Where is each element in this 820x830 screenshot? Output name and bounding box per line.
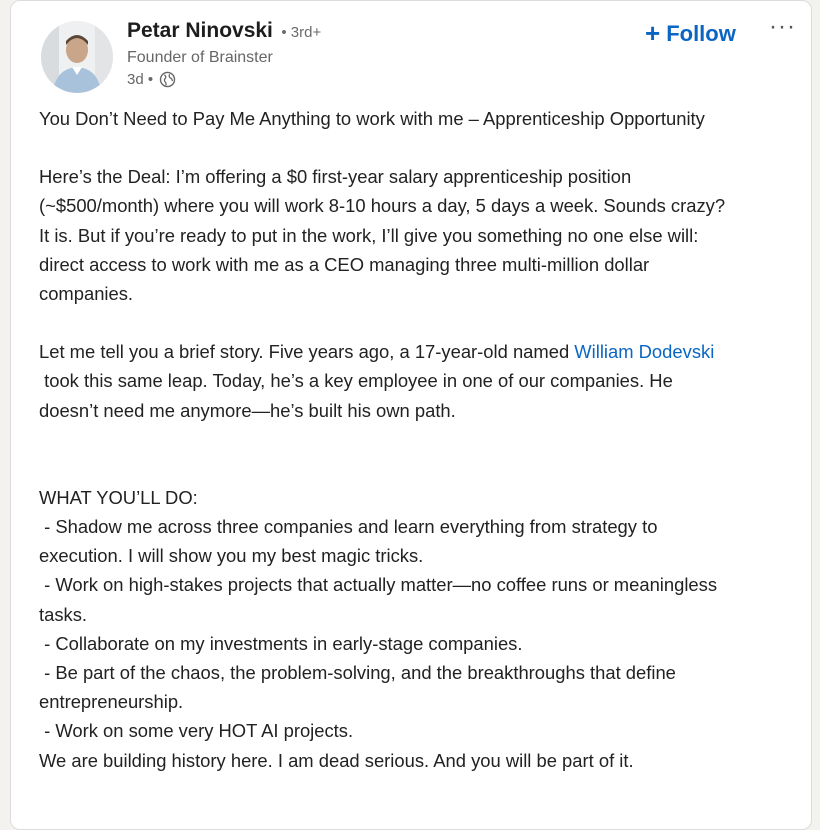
bullet-line: - Work on some very HOT AI projects. — [39, 720, 354, 742]
avatar[interactable] — [41, 21, 113, 93]
deal-line: direct access to work with me as a CEO m… — [39, 253, 650, 275]
mention-link[interactable]: William Dodevski — [574, 341, 714, 362]
bullet-line: - Collaborate on my investments in early… — [39, 632, 523, 654]
avatar-photo — [41, 21, 113, 93]
globe-icon — [159, 71, 176, 88]
closing-line: We are building history here. I am dead … — [39, 749, 634, 771]
post-card: Petar Ninovski • 3rd+ Founder of Brainst… — [10, 0, 812, 830]
author-headline: Founder of Brainster — [127, 49, 273, 66]
bullet-line: entrepreneurship. — [39, 691, 184, 713]
more-options-button[interactable]: ··· — [769, 13, 796, 41]
bullet-line: - Shadow me across three companies and l… — [39, 516, 658, 538]
section-heading: WHAT YOU’LL DO: — [39, 486, 198, 508]
post-meta: 3d • — [127, 71, 176, 88]
story-line: took this same leap. Today, he’s a key e… — [39, 370, 673, 392]
post-time: 3d • — [127, 71, 154, 88]
bullet-line: - Work on high-stakes projects that actu… — [39, 574, 718, 596]
post-body: You Don’t Need to Pay Me Anything to wor… — [39, 104, 809, 775]
author-line: Petar Ninovski • 3rd+ — [127, 19, 321, 43]
deal-line: (~$500/month) where you will work 8-10 h… — [39, 195, 726, 217]
follow-button[interactable]: + Follow — [645, 17, 736, 48]
bullet-line: tasks. — [39, 603, 88, 625]
bullet-line: execution. I will show you my best magic… — [39, 545, 424, 567]
story-line: doesn’t need me anymore—he’s built his o… — [39, 399, 456, 421]
deal-line: It is. But if you’re ready to put in the… — [39, 224, 699, 246]
bullet-line: - Be part of the chaos, the problem-solv… — [39, 662, 676, 684]
plus-icon: + — [645, 18, 661, 48]
deal-line: companies. — [39, 283, 134, 305]
author-name[interactable]: Petar Ninovski — [127, 19, 273, 42]
story-line: Let me tell you a brief story. Five year… — [39, 337, 809, 366]
connection-degree: • 3rd+ — [281, 24, 322, 41]
deal-line: Here’s the Deal: I’m offering a $0 first… — [39, 166, 632, 188]
post-title: You Don’t Need to Pay Me Anything to wor… — [39, 108, 705, 129]
follow-label: Follow — [666, 21, 736, 46]
story-text: Let me tell you a brief story. Five year… — [39, 341, 575, 363]
